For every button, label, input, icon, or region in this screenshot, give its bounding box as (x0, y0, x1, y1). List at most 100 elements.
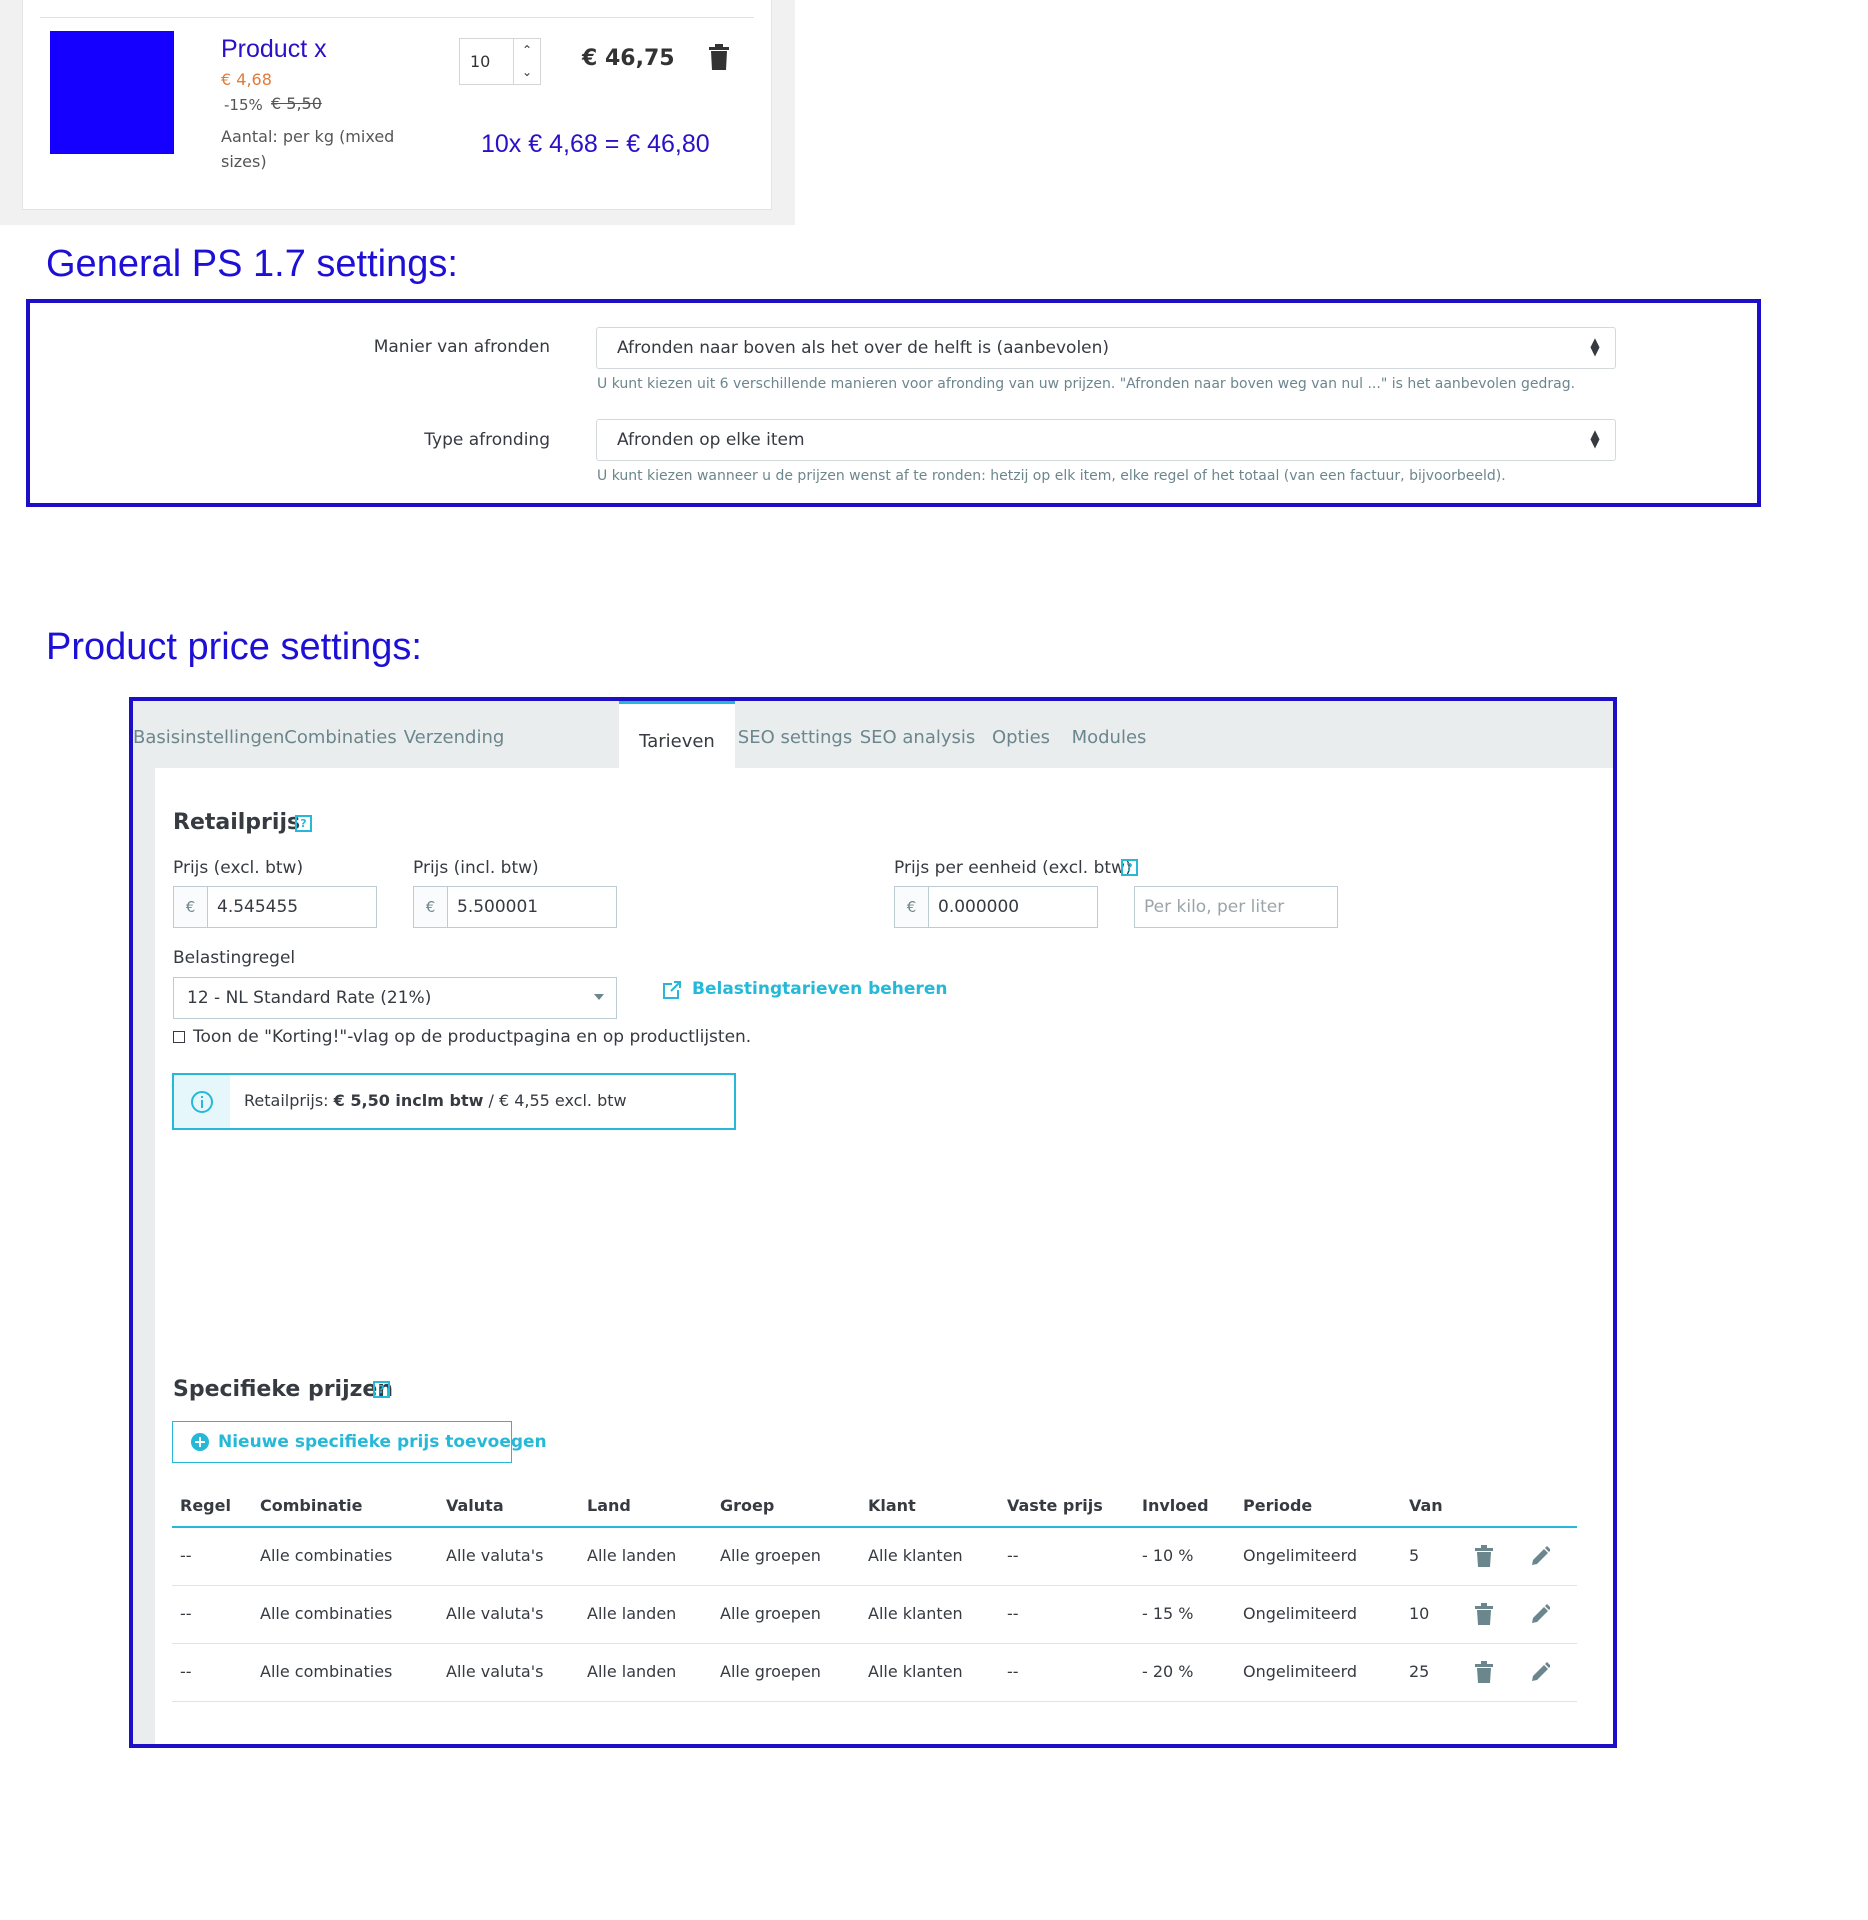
column-header-combinatie: Combinatie (260, 1496, 363, 1515)
cell-periode: Ongelimiteerd (1243, 1604, 1358, 1623)
rounding-type-value: Afronden op elke item (617, 430, 805, 450)
price-excl-input[interactable]: € 4.545455 (173, 886, 377, 928)
cell-invloed: - 20 % (1142, 1662, 1194, 1681)
manage-tax-rates-label[interactable]: Belastingtarieven beheren (692, 979, 947, 999)
unit-price-input[interactable]: € 0.000000 (894, 886, 1098, 928)
pencil-icon[interactable] (1530, 1545, 1550, 1567)
trash-icon[interactable] (1474, 1603, 1494, 1625)
tab-verzending[interactable]: Verzending (398, 701, 510, 768)
column-header-periode: Periode (1243, 1496, 1313, 1515)
cell-klant: Alle klanten (868, 1604, 963, 1623)
cell-invloed: - 15 % (1142, 1604, 1194, 1623)
product-image[interactable] (50, 31, 174, 154)
price-incl-label: Prijs (incl. btw) (413, 858, 539, 878)
cell-vaste-prijs: -- (1007, 1546, 1019, 1565)
price-incl-input[interactable]: € 5.500001 (413, 886, 617, 928)
rounding-type-label: Type afronding (424, 430, 550, 450)
add-specific-price-button[interactable]: Nieuwe specifieke prijs toevoegen (172, 1421, 547, 1463)
euro-addon: € (414, 887, 448, 927)
product-name-link[interactable]: Product x (221, 35, 327, 64)
summary-excl: / € 4,55 excl. btw (483, 1091, 627, 1110)
product-price-current: € 4,68 (221, 70, 272, 89)
price-excl-value: 4.545455 (217, 897, 299, 917)
unit-price-value: 0.000000 (938, 897, 1020, 917)
sort-caret-icon: ▲ ▼ (1590, 335, 1600, 358)
retail-price-title: Retailprijs (173, 810, 301, 835)
retail-price-summary-alert: Retailprijs: € 5,50 inclm btw / € 4,55 e… (172, 1073, 736, 1130)
column-header-invloed: Invloed (1142, 1496, 1209, 1515)
cell-van: 25 (1409, 1662, 1430, 1681)
column-header-valuta: Valuta (446, 1496, 504, 1515)
rounding-mode-select[interactable]: Afronden naar boven als het over de helf… (596, 327, 1616, 369)
column-header-vaste-prijs: Vaste prijs (1007, 1496, 1103, 1515)
specific-prices-table: Regel Combinatie Valuta Land Groep Klant… (172, 1484, 1577, 1702)
rounding-mode-value: Afronden naar boven als het over de helf… (617, 338, 1110, 358)
cell-groep: Alle groepen (720, 1546, 821, 1565)
table-row: -- Alle combinaties Alle valuta's Alle l… (172, 1528, 1577, 1586)
product-price-regular: € 5,50 (271, 94, 322, 113)
price-excl-label: Prijs (excl. btw) (173, 858, 304, 878)
column-header-land: Land (587, 1496, 631, 1515)
panel-left-gutter (133, 768, 155, 1744)
cell-vaste-prijs: -- (1007, 1662, 1019, 1681)
cell-invloed: - 10 % (1142, 1546, 1194, 1565)
cell-valuta: Alle valuta's (446, 1604, 544, 1623)
info-icon (174, 1075, 230, 1128)
cell-valuta: Alle valuta's (446, 1546, 544, 1565)
quantity-input[interactable]: 10 (470, 52, 490, 71)
tab-seo-settings[interactable]: SEO settings (735, 701, 855, 768)
cell-periode: Ongelimiteerd (1243, 1546, 1358, 1565)
tax-rule-value: 12 - NL Standard Rate (21%) (187, 988, 432, 1008)
tab-seo-analysis[interactable]: SEO analysis (855, 701, 980, 768)
external-link-icon (663, 981, 681, 999)
trash-icon[interactable] (1474, 1661, 1494, 1683)
cell-groep: Alle groepen (720, 1662, 821, 1681)
cell-klant: Alle klanten (868, 1662, 963, 1681)
quantity-arrows: ⌃ ⌄ (513, 39, 540, 84)
quantity-stepper[interactable]: 10 ⌃ ⌄ (459, 38, 541, 85)
trash-icon[interactable] (708, 44, 734, 72)
help-icon[interactable]: ? (295, 815, 312, 832)
unit-label-input[interactable]: Per kilo, per liter (1134, 886, 1338, 928)
cell-regel: -- (180, 1604, 192, 1623)
chevron-up-icon[interactable]: ⌃ (514, 39, 540, 61)
tab-modules[interactable]: Modules (1062, 701, 1156, 768)
tab-opties[interactable]: Opties (980, 701, 1062, 768)
tab-tarieven[interactable]: Tarieven (619, 701, 735, 768)
help-icon[interactable]: ? (373, 1381, 390, 1398)
discount-flag-label[interactable]: Toon de "Korting!"-vlag op de productpag… (193, 1027, 751, 1047)
specific-prices-title: Specifieke prijzen (173, 1377, 394, 1402)
tax-rule-select[interactable]: 12 - NL Standard Rate (21%) (173, 977, 617, 1019)
trash-icon[interactable] (1474, 1545, 1494, 1567)
divider (40, 17, 754, 18)
product-tabs: Basisinstellingen Combinaties Verzending… (133, 701, 1613, 768)
cell-groep: Alle groepen (720, 1604, 821, 1623)
cell-klant: Alle klanten (868, 1546, 963, 1565)
cell-regel: -- (180, 1662, 192, 1681)
euro-addon: € (174, 887, 208, 927)
rounding-mode-help: U kunt kiezen uit 6 verschillende manier… (597, 376, 1576, 392)
section-heading-general: General PS 1.7 settings: (46, 243, 458, 285)
line-total: € 46,75 (582, 46, 675, 71)
rounding-mode-label: Manier van afronden (373, 337, 550, 357)
summary-incl: € 5,50 inclm btw (333, 1091, 484, 1110)
table-row: -- Alle combinaties Alle valuta's Alle l… (172, 1644, 1577, 1702)
pencil-icon[interactable] (1530, 1603, 1550, 1625)
retail-price-summary-text: Retailprijs: € 5,50 inclm btw / € 4,55 e… (244, 1091, 627, 1110)
tab-basisinstellingen[interactable]: Basisinstellingen (133, 701, 284, 768)
price-incl-value: 5.500001 (457, 897, 539, 917)
chevron-down-icon[interactable]: ⌄ (514, 61, 540, 83)
cell-valuta: Alle valuta's (446, 1662, 544, 1681)
table-row: -- Alle combinaties Alle valuta's Alle l… (172, 1586, 1577, 1644)
cell-combinatie: Alle combinaties (260, 1546, 393, 1565)
rounding-type-help: U kunt kiezen wanneer u de prijzen wenst… (597, 468, 1506, 484)
rounding-type-select[interactable]: Afronden op elke item ▲ ▼ (596, 419, 1616, 461)
help-icon[interactable]: ? (1121, 859, 1138, 876)
section-heading-product: Product price settings: (46, 626, 422, 668)
table-header: Regel Combinatie Valuta Land Groep Klant… (172, 1484, 1577, 1528)
discount-flag-checkbox[interactable] (173, 1031, 185, 1043)
tab-combinaties[interactable]: Combinaties (283, 701, 398, 768)
cell-regel: -- (180, 1546, 192, 1565)
column-header-klant: Klant (868, 1496, 916, 1515)
pencil-icon[interactable] (1530, 1661, 1550, 1683)
